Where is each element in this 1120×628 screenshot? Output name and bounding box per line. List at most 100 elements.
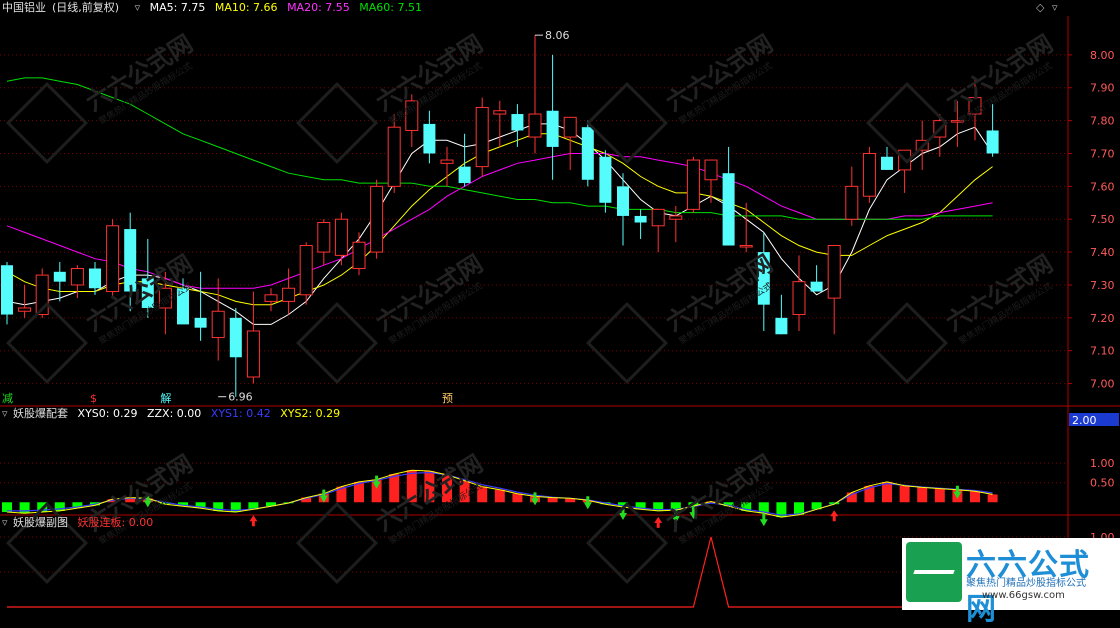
histogram-bar [477, 486, 488, 503]
sub2-legend: ▿ 妖股爆副图 妖股连板: 0.00 [2, 515, 159, 531]
candle-body [634, 215, 647, 223]
candle [722, 146, 735, 246]
candle-body [968, 97, 982, 115]
candle-body [18, 307, 32, 312]
ma5-label: MA5: 7.75 [149, 1, 206, 14]
candle-body [458, 166, 471, 184]
y-tick-label: 0.50 [1090, 477, 1115, 490]
sub2-name: 妖股爆副图 [13, 516, 69, 529]
candle [211, 278, 225, 361]
y-tick-label: 7.30 [1090, 279, 1115, 292]
candle [881, 146, 893, 170]
histogram-bar [934, 488, 945, 503]
collapse-icon[interactable]: ▿ [135, 1, 141, 14]
signal-marker: 解 [160, 391, 171, 405]
candle [704, 159, 718, 203]
candle-body [405, 100, 419, 131]
y-tick-label: 7.90 [1090, 82, 1115, 95]
histogram-bar [512, 493, 523, 503]
candle-body [370, 185, 384, 253]
candle [405, 94, 419, 147]
y-tick-label: 7.40 [1090, 246, 1115, 259]
chart-stage: 8.00 7.90 7.80 7.70 7.60 7.50 7.40 7.30 7.20 7.10… [0, 0, 1120, 610]
candle [246, 291, 260, 384]
candle-body [246, 330, 260, 378]
y-tick-label: 7.20 [1090, 312, 1115, 325]
candle [106, 219, 120, 299]
site-logo: 六六公式网 聚焦热门精品炒股指标公式 www.66gsw.com [902, 538, 1120, 627]
candle [458, 133, 471, 187]
histogram-bar [899, 485, 910, 503]
yaogu-label: 妖股连板: 0.00 [77, 516, 154, 529]
down-arrow-icon [671, 510, 680, 524]
diamond-icon[interactable]: ◇ [1036, 0, 1044, 16]
candle-body [35, 274, 49, 316]
histogram-bar [406, 470, 417, 503]
candle-body [686, 159, 700, 210]
candle [599, 150, 612, 213]
collapse-icon[interactable]: ▿ [2, 407, 8, 420]
series-line-ma20 [6, 153, 993, 289]
signal-marker: 预 [442, 392, 453, 405]
candle-body [282, 287, 296, 302]
candle [563, 116, 577, 170]
candle [775, 294, 788, 335]
candle-body [599, 156, 612, 203]
candle-body [493, 110, 507, 115]
collapse-icon[interactable]: ▿ [2, 516, 8, 529]
histogram-bar [987, 494, 998, 503]
candle [950, 100, 964, 147]
settings-icon[interactable]: ▿ [1052, 0, 1058, 16]
candle-body [423, 123, 436, 154]
ma60-label: MA60: 7.51 [359, 1, 422, 14]
candle-body [722, 173, 735, 246]
xys1-label: XYS1: 0.42 [210, 407, 271, 420]
candle [845, 166, 859, 226]
ma10-label: MA10: 7.66 [214, 1, 278, 14]
y-tick-label: 8.00 [1090, 49, 1115, 62]
candle [423, 110, 436, 164]
candle-body [194, 317, 207, 328]
histogram-bar [547, 497, 558, 503]
main-legend: 中国铝业 (日线,前复权) ▿ MA5: 7.75 MA10: 7.66 MA20… [2, 0, 428, 16]
candle-body [810, 281, 823, 292]
candle-body [950, 120, 964, 123]
candle-body [1, 265, 13, 315]
xys0-label: XYS0: 0.29 [77, 407, 138, 420]
histogram-bar [389, 474, 400, 503]
signal-marker: 减 [2, 392, 13, 405]
candle [53, 261, 66, 302]
candle [968, 77, 982, 141]
candle [317, 219, 331, 266]
candle-body [933, 120, 947, 138]
candle [933, 114, 947, 157]
candle [282, 268, 296, 315]
candle [686, 156, 700, 213]
up-arrow-icon [249, 515, 258, 527]
candle [546, 54, 559, 180]
candle-body [211, 310, 225, 339]
candle-body [898, 149, 912, 171]
candle-body [70, 268, 84, 286]
candle [141, 238, 154, 318]
candle [334, 212, 348, 266]
signal-marker: $ [90, 392, 97, 405]
histogram-bar [970, 491, 980, 503]
sub1-name: 妖股爆配套 [13, 407, 69, 420]
candle [915, 120, 929, 170]
series-line-ma60 [6, 77, 993, 220]
down-arrow-icon [619, 506, 627, 520]
candle [862, 146, 876, 203]
candle-body [757, 252, 770, 305]
candle-body [775, 317, 788, 335]
stock-name: 中国铝业 (日线,前复权) [2, 1, 120, 14]
sub1-legend: ▿ 妖股爆配套 XYS0: 0.29 ZZX: 0.00 XYS1: 0.42 … [2, 406, 346, 422]
value-box-label: 2.00 [1072, 414, 1097, 427]
xys2-label: XYS2: 0.29 [280, 407, 341, 420]
candle [299, 242, 313, 305]
candle-body [704, 159, 718, 181]
ma20-label: MA20: 7.55 [287, 1, 350, 14]
candle-body [440, 159, 454, 164]
candle-body [546, 110, 559, 147]
candle [792, 255, 806, 331]
